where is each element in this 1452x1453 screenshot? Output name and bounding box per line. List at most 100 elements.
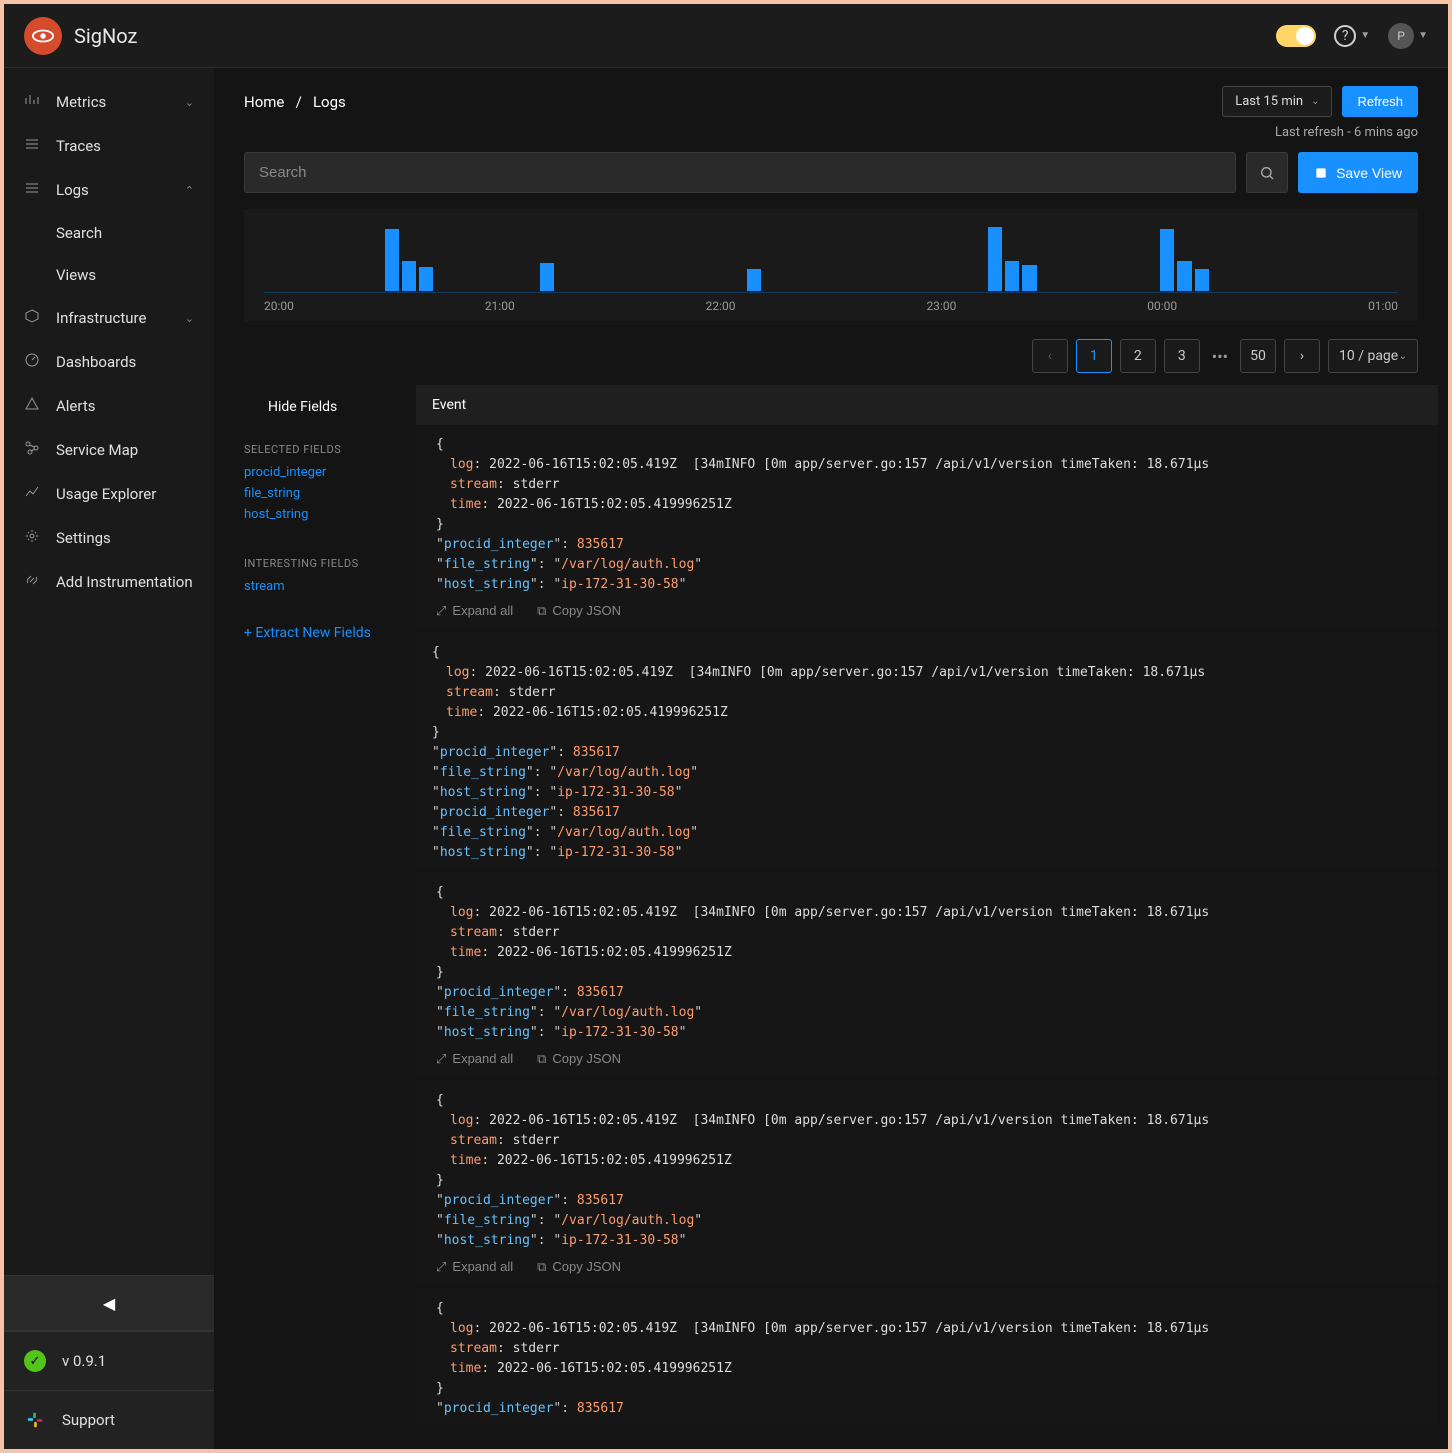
last-refresh-text: Last refresh - 6 mins ago xyxy=(214,125,1448,152)
page-button-2[interactable]: 2 xyxy=(1120,339,1156,373)
brand-logo[interactable] xyxy=(24,17,62,55)
search-icon xyxy=(1259,165,1275,181)
save-view-button[interactable]: Save View xyxy=(1298,152,1418,193)
extract-fields-button[interactable]: + Extract New Fields xyxy=(244,597,416,641)
slack-icon xyxy=(24,1409,46,1431)
interesting-fields-header: INTERESTING FIELDS xyxy=(244,547,416,576)
field-stream[interactable]: stream xyxy=(244,576,416,597)
sidebar-item-infrastructure[interactable]: Infrastructure⌄ xyxy=(4,296,214,340)
chevron-down-icon: ▼ xyxy=(1418,30,1428,41)
chevron-down-icon: ⌄ xyxy=(185,312,194,325)
theme-toggle[interactable] xyxy=(1276,25,1316,47)
page-size-select[interactable]: 10 / page ⌄ xyxy=(1328,339,1418,373)
events-header: Event xyxy=(416,385,1438,425)
search-button[interactable] xyxy=(1246,152,1288,193)
expand-all-button[interactable]: ⤢ Expand all xyxy=(436,601,513,621)
menu-icon xyxy=(24,136,42,156)
sidebar-item-label: Service Map xyxy=(56,441,194,459)
sidebar-sub-views[interactable]: Views xyxy=(4,254,214,296)
chevron-down-icon: ⌄ xyxy=(1399,351,1407,362)
sidebar-item-usage-explorer[interactable]: Usage Explorer xyxy=(4,472,214,516)
sidebar-item-settings[interactable]: Settings xyxy=(4,516,214,560)
version-item[interactable]: ✓ v 0.9.1 xyxy=(4,1331,214,1390)
check-icon: ✓ xyxy=(24,1350,46,1372)
field-procid_integer[interactable]: procid_integer xyxy=(244,462,416,483)
help-menu[interactable]: ? ▼ xyxy=(1334,25,1370,47)
log-event[interactable]: {log: 2022-06-16T15:02:05.419Z [34mINFO … xyxy=(416,425,1438,629)
time-range-select[interactable]: Last 15 min ⌄ xyxy=(1222,86,1332,117)
log-histogram: 20:0021:0022:0023:0000:0001:00 xyxy=(244,209,1418,321)
sidebar-item-label: Alerts xyxy=(56,397,194,415)
copy-icon: ⧉ xyxy=(537,601,546,621)
histogram-bar[interactable] xyxy=(988,227,1002,291)
histogram-bar[interactable] xyxy=(747,269,761,291)
gauge-icon xyxy=(24,352,42,372)
expand-icon: ⤢ xyxy=(436,1049,446,1069)
field-file_string[interactable]: file_string xyxy=(244,483,416,504)
copy-icon: ⧉ xyxy=(537,1257,546,1277)
chart-tick-label: 01:00 xyxy=(1368,299,1398,313)
breadcrumb-home[interactable]: Home xyxy=(244,93,284,111)
copy-json-button[interactable]: ⧉ Copy JSON xyxy=(537,1257,621,1277)
sidebar-item-alerts[interactable]: Alerts xyxy=(4,384,214,428)
usage-icon xyxy=(24,484,42,504)
save-icon xyxy=(1314,166,1328,180)
page-last-button[interactable]: 50 xyxy=(1240,339,1276,373)
chart-tick-label: 21:00 xyxy=(485,299,515,313)
collapse-sidebar-button[interactable]: ◀ xyxy=(4,1275,214,1331)
expand-all-button[interactable]: ⤢ Expand all xyxy=(436,1257,513,1277)
histogram-bar[interactable] xyxy=(385,229,399,291)
avatar: P xyxy=(1388,23,1414,49)
user-menu[interactable]: P ▼ xyxy=(1388,23,1428,49)
page-next-button[interactable]: › xyxy=(1284,339,1320,373)
page-button-1[interactable]: 1 xyxy=(1076,339,1112,373)
page-prev-button[interactable]: ‹ xyxy=(1032,339,1068,373)
sidebar-item-logs[interactable]: Logs⌃ xyxy=(4,168,214,212)
log-event[interactable]: {log: 2022-06-16T15:02:05.419Z [34mINFO … xyxy=(416,873,1438,1077)
chevron-left-icon: ◀ xyxy=(103,1294,115,1313)
expand-icon: ⤢ xyxy=(436,601,446,621)
copy-json-button[interactable]: ⧉ Copy JSON xyxy=(537,1049,621,1069)
time-range-label: Last 15 min xyxy=(1235,94,1303,109)
log-event[interactable]: {log: 2022-06-16T15:02:05.419Z [34mINFO … xyxy=(416,1289,1438,1425)
sidebar-item-label: Dashboards xyxy=(56,353,194,371)
histogram-bar[interactable] xyxy=(1160,229,1174,291)
sidebar-item-metrics[interactable]: Metrics⌄ xyxy=(4,80,214,124)
field-host_string[interactable]: host_string xyxy=(244,504,416,525)
search-input[interactable] xyxy=(244,152,1236,193)
log-event[interactable]: {log: 2022-06-16T15:02:05.419Z [34mINFO … xyxy=(416,633,1438,869)
chevron-down-icon: ⌄ xyxy=(185,96,194,109)
chevron-up-icon: ⌃ xyxy=(185,184,194,197)
histogram-bar[interactable] xyxy=(419,267,433,291)
hide-fields-button[interactable]: Hide Fields xyxy=(244,385,416,433)
expand-all-button[interactable]: ⤢ Expand all xyxy=(436,1049,513,1069)
map-icon xyxy=(24,440,42,460)
histogram-bar[interactable] xyxy=(1005,261,1019,291)
chart-tick-label: 00:00 xyxy=(1147,299,1177,313)
histogram-bar[interactable] xyxy=(402,261,416,291)
histogram-bar[interactable] xyxy=(540,263,554,291)
sidebar-item-add-instrumentation[interactable]: Add Instrumentation xyxy=(4,560,214,604)
sidebar-sub-search[interactable]: Search xyxy=(4,212,214,254)
selected-fields-header: SELECTED FIELDS xyxy=(244,433,416,462)
page-button-3[interactable]: 3 xyxy=(1164,339,1200,373)
copy-json-button[interactable]: ⧉ Copy JSON xyxy=(537,601,621,621)
sidebar-item-label: Logs xyxy=(56,181,185,199)
sidebar-item-label: Settings xyxy=(56,529,194,547)
log-event[interactable]: {log: 2022-06-16T15:02:05.419Z [34mINFO … xyxy=(416,1081,1438,1285)
chevron-down-icon: ⌄ xyxy=(1311,96,1319,107)
sidebar-item-label: Metrics xyxy=(56,93,185,111)
histogram-bar[interactable] xyxy=(1195,269,1209,291)
refresh-button[interactable]: Refresh xyxy=(1342,86,1418,117)
brand-name: SigNoz xyxy=(74,24,137,48)
alert-icon xyxy=(24,396,42,416)
copy-icon: ⧉ xyxy=(537,1049,546,1069)
sidebar-item-service-map[interactable]: Service Map xyxy=(4,428,214,472)
sidebar-item-dashboards[interactable]: Dashboards xyxy=(4,340,214,384)
support-item[interactable]: Support xyxy=(4,1390,214,1449)
histogram-bar[interactable] xyxy=(1177,261,1191,291)
chart-tick-label: 22:00 xyxy=(706,299,736,313)
sidebar-item-label: Infrastructure xyxy=(56,309,185,327)
histogram-bar[interactable] xyxy=(1022,265,1036,291)
sidebar-item-traces[interactable]: Traces xyxy=(4,124,214,168)
